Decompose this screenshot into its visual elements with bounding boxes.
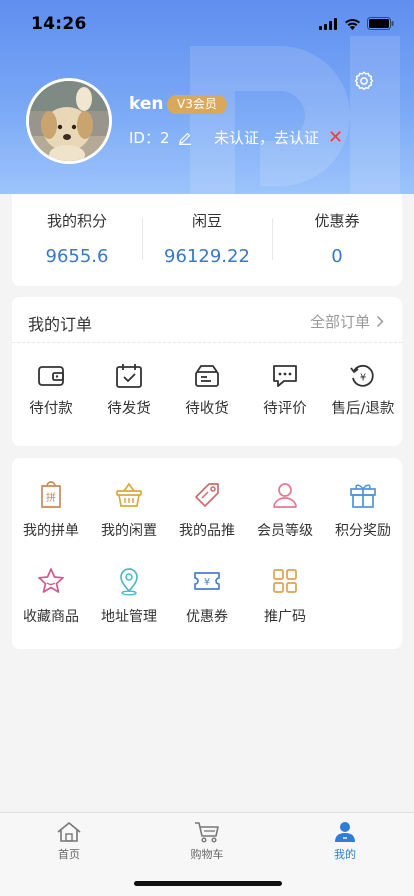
service-label: 积分奖励 (335, 523, 391, 539)
service-label: 我的拼单 (23, 523, 79, 539)
service-label: 我的闲置 (101, 523, 157, 539)
tab-label: 首页 (58, 848, 80, 861)
signal-icon (319, 17, 337, 30)
chat-bubble-icon (273, 365, 297, 387)
tab-label: 我的 (334, 848, 356, 861)
tab-cart[interactable]: 购物车 (172, 821, 242, 862)
order-item-pending-payment[interactable]: 待付款 (12, 363, 90, 418)
profile-icon (335, 822, 355, 842)
status-bar: 14:26 (0, 0, 414, 48)
stat-beans[interactable]: 闲豆 96129.22 (142, 194, 272, 286)
stat-label: 优惠券 (314, 212, 360, 230)
order-item-refund[interactable]: ¥ 售后/退款 (324, 363, 402, 418)
tab-profile[interactable]: 我的 (310, 821, 380, 862)
calendar-check-icon (116, 364, 142, 388)
gift-icon (350, 484, 376, 508)
service-label: 收藏商品 (23, 609, 79, 625)
avatar[interactable] (26, 78, 112, 164)
tab-home[interactable]: 首页 (34, 821, 104, 862)
username: ken (129, 94, 164, 114)
status-icons (319, 17, 394, 30)
service-label: 我的品推 (179, 523, 235, 539)
service-label: 会员等级 (257, 523, 313, 539)
verify-link[interactable]: 未认证，去认证 ✕ (214, 127, 343, 148)
svg-text:拼: 拼 (46, 491, 56, 504)
stat-label: 我的积分 (46, 212, 107, 230)
vip-badge[interactable]: V3会员 (167, 95, 227, 114)
service-address[interactable]: 地址管理 (90, 566, 168, 652)
cart-icon (195, 822, 219, 843)
edit-pencil-icon[interactable] (178, 131, 192, 145)
stat-label: 闲豆 (191, 212, 222, 230)
stat-coupons[interactable]: 优惠券 0 (272, 194, 402, 286)
order-label: 待收货 (185, 401, 229, 417)
service-label: 推广码 (264, 609, 306, 625)
tab-label: 购物车 (190, 848, 224, 861)
services-card: 拼 我的拼单 我的闲置 我的品推 会员等级 积分奖励 收藏商品 地址管理 ¥ 优… (12, 458, 402, 649)
orders-header: 我的订单 全部订单 (12, 297, 402, 343)
service-favorites[interactable]: 收藏商品 (12, 566, 90, 652)
services-row: 收藏商品 地址管理 ¥ 优惠券 推广码 (12, 566, 402, 652)
star-icon (38, 568, 64, 593)
order-status-grid: 待付款 待发货 待收货 待评价 ¥ 售后/退款 (12, 343, 402, 418)
service-label: 地址管理 (101, 609, 157, 625)
service-idle[interactable]: 我的闲置 (90, 480, 168, 566)
stat-points[interactable]: 我的积分 9655.6 (12, 194, 142, 286)
service-points-reward[interactable]: 积分奖励 (324, 480, 402, 566)
all-orders-label[interactable]: 全部订单 (310, 311, 370, 332)
battery-icon (367, 17, 394, 30)
orders-card: 我的订单 全部订单 待付款 待发货 待收货 待评价 ¥ 售后/退款 (12, 297, 402, 446)
user-id-row: ID：2 (129, 127, 192, 148)
settings-gear-icon[interactable] (353, 70, 375, 92)
service-promotion[interactable]: 我的品推 (168, 480, 246, 566)
services-row: 拼 我的拼单 我的闲置 我的品推 会员等级 积分奖励 (12, 480, 402, 566)
refund-icon: ¥ (350, 364, 374, 387)
coupon-icon: ¥ (194, 572, 220, 590)
orders-title: 我的订单 (28, 315, 93, 334)
home-icon (57, 822, 81, 842)
order-label: 待付款 (29, 401, 73, 417)
verify-text[interactable]: 未认证，去认证 (214, 127, 319, 148)
service-member-level[interactable]: 会员等级 (246, 480, 324, 566)
basket-icon (116, 482, 142, 507)
home-indicator[interactable] (134, 881, 282, 886)
stat-value: 9655.6 (45, 246, 109, 267)
profile-header: 14:26 ken V3会员 ID：2 未认证，去认证 ✕ (0, 0, 414, 194)
user-id: ID：2 (129, 129, 170, 147)
wallet-icon (38, 366, 64, 386)
stat-value: 96129.22 (164, 246, 250, 267)
order-label: 售后/退款 (331, 401, 395, 417)
order-item-pending-receipt[interactable]: 待收货 (168, 363, 246, 418)
tag-icon (195, 483, 219, 507)
service-group-order[interactable]: 拼 我的拼单 (12, 480, 90, 566)
dog-avatar-image (29, 81, 109, 161)
service-coupons[interactable]: ¥ 优惠券 (168, 566, 246, 652)
chevron-right-icon (376, 315, 384, 328)
order-item-pending-shipment[interactable]: 待发货 (90, 363, 168, 418)
group-order-icon: 拼 (41, 481, 61, 508)
order-label: 待评价 (263, 401, 307, 417)
order-label: 待发货 (107, 401, 151, 417)
svg-text:¥: ¥ (204, 577, 210, 588)
delivery-box-icon (195, 365, 219, 387)
status-time: 14:26 (31, 14, 87, 34)
stats-card: 我的积分 9655.6 闲豆 96129.22 优惠券 0 (12, 194, 402, 286)
order-item-pending-review[interactable]: 待评价 (246, 363, 324, 418)
stat-value: 0 (331, 246, 343, 267)
close-icon[interactable]: ✕ (328, 129, 343, 147)
grid-icon (273, 569, 297, 593)
svg-text:¥: ¥ (360, 373, 366, 384)
service-label: 优惠券 (186, 609, 228, 625)
wifi-icon (345, 18, 360, 30)
all-orders-link[interactable]: 全部订单 (310, 311, 384, 332)
service-promo-code[interactable]: 推广码 (246, 566, 324, 652)
location-pin-icon (120, 568, 138, 596)
user-icon (273, 483, 297, 508)
